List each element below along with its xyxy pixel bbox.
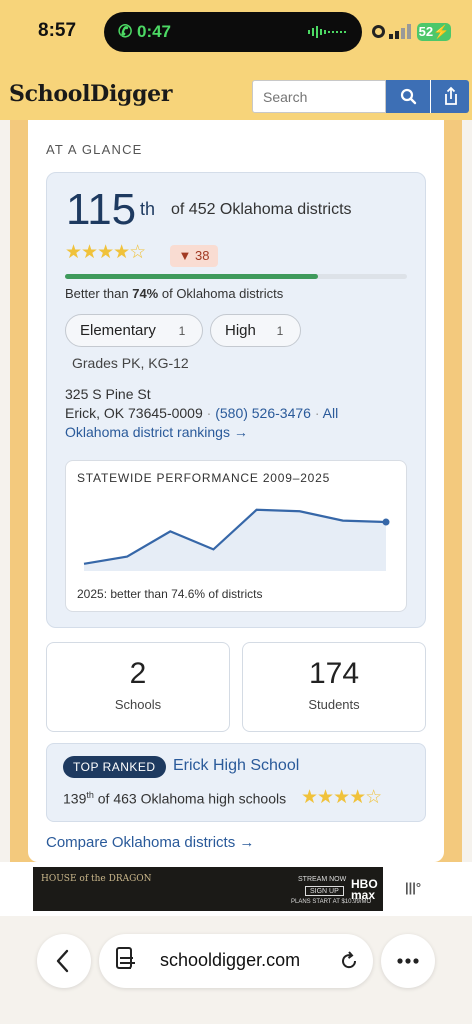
glance-card: AT A GLANCE 115 th of 452 Oklahoma distr…	[28, 120, 444, 862]
chart-point	[382, 518, 390, 526]
rankings-link[interactable]: Oklahoma district rankings →	[65, 423, 338, 442]
url-text[interactable]: schooldigger.com	[160, 950, 300, 971]
percentile-bar-fill	[65, 274, 319, 279]
schools-stat: 2 Schools	[46, 642, 230, 732]
rank-change-badge: ▼ 38	[170, 245, 218, 267]
level-pill-elementary[interactable]: Elementary 1	[65, 314, 203, 347]
call-indicator: ✆ 0:47	[118, 22, 171, 42]
site-header: SchoolDigger	[0, 64, 472, 120]
ad-title: HOUSE of the DRAGON	[41, 874, 152, 884]
ad-price: PLANS START AT $10.99/MO	[291, 899, 372, 905]
share-button[interactable]	[430, 80, 469, 113]
signal-icon	[389, 24, 411, 39]
phone-icon: ✆	[118, 22, 133, 41]
ad-stream: STREAM NOW	[298, 876, 347, 883]
schools-label: Schools	[114, 697, 162, 712]
ad-brand: HBO max	[351, 877, 378, 902]
back-button[interactable]	[37, 934, 91, 988]
reload-icon[interactable]	[337, 949, 361, 973]
students-stat: 174 Students	[242, 642, 426, 732]
rank-suffix: th	[140, 199, 156, 219]
search-icon	[400, 88, 417, 105]
site-logo[interactable]: SchoolDigger	[9, 81, 172, 107]
section-heading: AT A GLANCE	[46, 142, 143, 157]
separator: ·	[314, 405, 320, 421]
call-timer: 0:47	[136, 22, 172, 41]
address-line-2: Erick, OK 73645-0009	[65, 405, 203, 421]
school-rating-stars-icon: ★★★★☆	[301, 787, 382, 808]
search-input[interactable]	[252, 80, 386, 113]
more-dots-icon	[397, 958, 419, 964]
separator: ·	[206, 405, 212, 421]
rank-box: 115 th of 452 Oklahoma districts ★★★★☆ ▼…	[46, 172, 426, 628]
recording-indicator-icon	[372, 25, 385, 38]
address-line-1: 325 S Pine St	[65, 386, 151, 402]
grades-text: Grades PK, KG-12	[72, 355, 189, 371]
chevron-left-icon	[56, 949, 69, 973]
percentile-text: Better than 74% of Oklahoma districts	[65, 286, 284, 301]
top-ranked-badge: TOP RANKED	[63, 756, 166, 778]
percentile-bar	[65, 274, 407, 279]
level-count: 1	[178, 324, 186, 338]
performance-chart	[83, 508, 390, 571]
chart-area	[84, 509, 386, 571]
students-count: 174	[308, 657, 360, 690]
top-school-link[interactable]: Erick High School	[173, 757, 299, 775]
ad-signup[interactable]: SIGN UP	[305, 886, 344, 896]
phone-link[interactable]: (580) 526-3476	[215, 405, 311, 421]
more-button[interactable]	[381, 934, 435, 988]
chart-title: STATEWIDE PERFORMANCE 2009–2025	[77, 471, 331, 485]
browser-toolbar: schooldigger.com	[0, 916, 472, 1024]
schools-count: 2	[129, 657, 147, 690]
level-label: High	[225, 322, 256, 339]
rank-number: 115	[66, 185, 137, 234]
main-content: AT A GLANCE 115 th of 452 Oklahoma distr…	[10, 120, 462, 862]
battery-indicator: 52⚡	[417, 23, 451, 41]
top-ranked-box: TOP RANKED Erick High School 139th of 46…	[46, 743, 426, 822]
rankings-link-part[interactable]: All	[323, 405, 339, 421]
page-menu-icon[interactable]	[115, 946, 139, 976]
students-label: Students	[308, 697, 360, 712]
share-icon	[445, 86, 457, 105]
ad-image[interactable]: HOUSE of the DRAGON STREAM NOW SIGN UP H…	[33, 867, 383, 911]
chart-caption: 2025: better than 74.6% of districts	[77, 587, 263, 601]
top-school-rank: 139th of 463 Oklahoma high schools	[63, 790, 287, 807]
audio-wave-icon	[308, 26, 346, 38]
address-block: 325 S Pine St Erick, OK 73645-0009 · (58…	[65, 385, 338, 442]
status-bar: 8:57 ✆ 0:47 52⚡	[0, 0, 472, 64]
level-count: 1	[276, 324, 284, 338]
compare-link[interactable]: Compare Oklahoma districts →	[46, 834, 254, 851]
ad-banner[interactable]: HOUSE of the DRAGON STREAM NOW SIGN UP H…	[0, 862, 472, 916]
status-time: 8:57	[38, 20, 77, 41]
performance-chart-card: STATEWIDE PERFORMANCE 2009–2025 2025: be…	[65, 460, 407, 612]
address-bar[interactable]: schooldigger.com	[99, 934, 373, 988]
rating-stars-icon: ★★★★☆	[65, 242, 146, 263]
level-pill-high[interactable]: High 1	[210, 314, 301, 347]
rank-of-text: of 452 Oklahoma districts	[171, 201, 352, 218]
search-button[interactable]	[386, 80, 430, 113]
level-label: Elementary	[80, 322, 156, 339]
ad-network-icon: |||°	[405, 880, 422, 895]
dynamic-island: ✆ 0:47	[104, 12, 362, 52]
